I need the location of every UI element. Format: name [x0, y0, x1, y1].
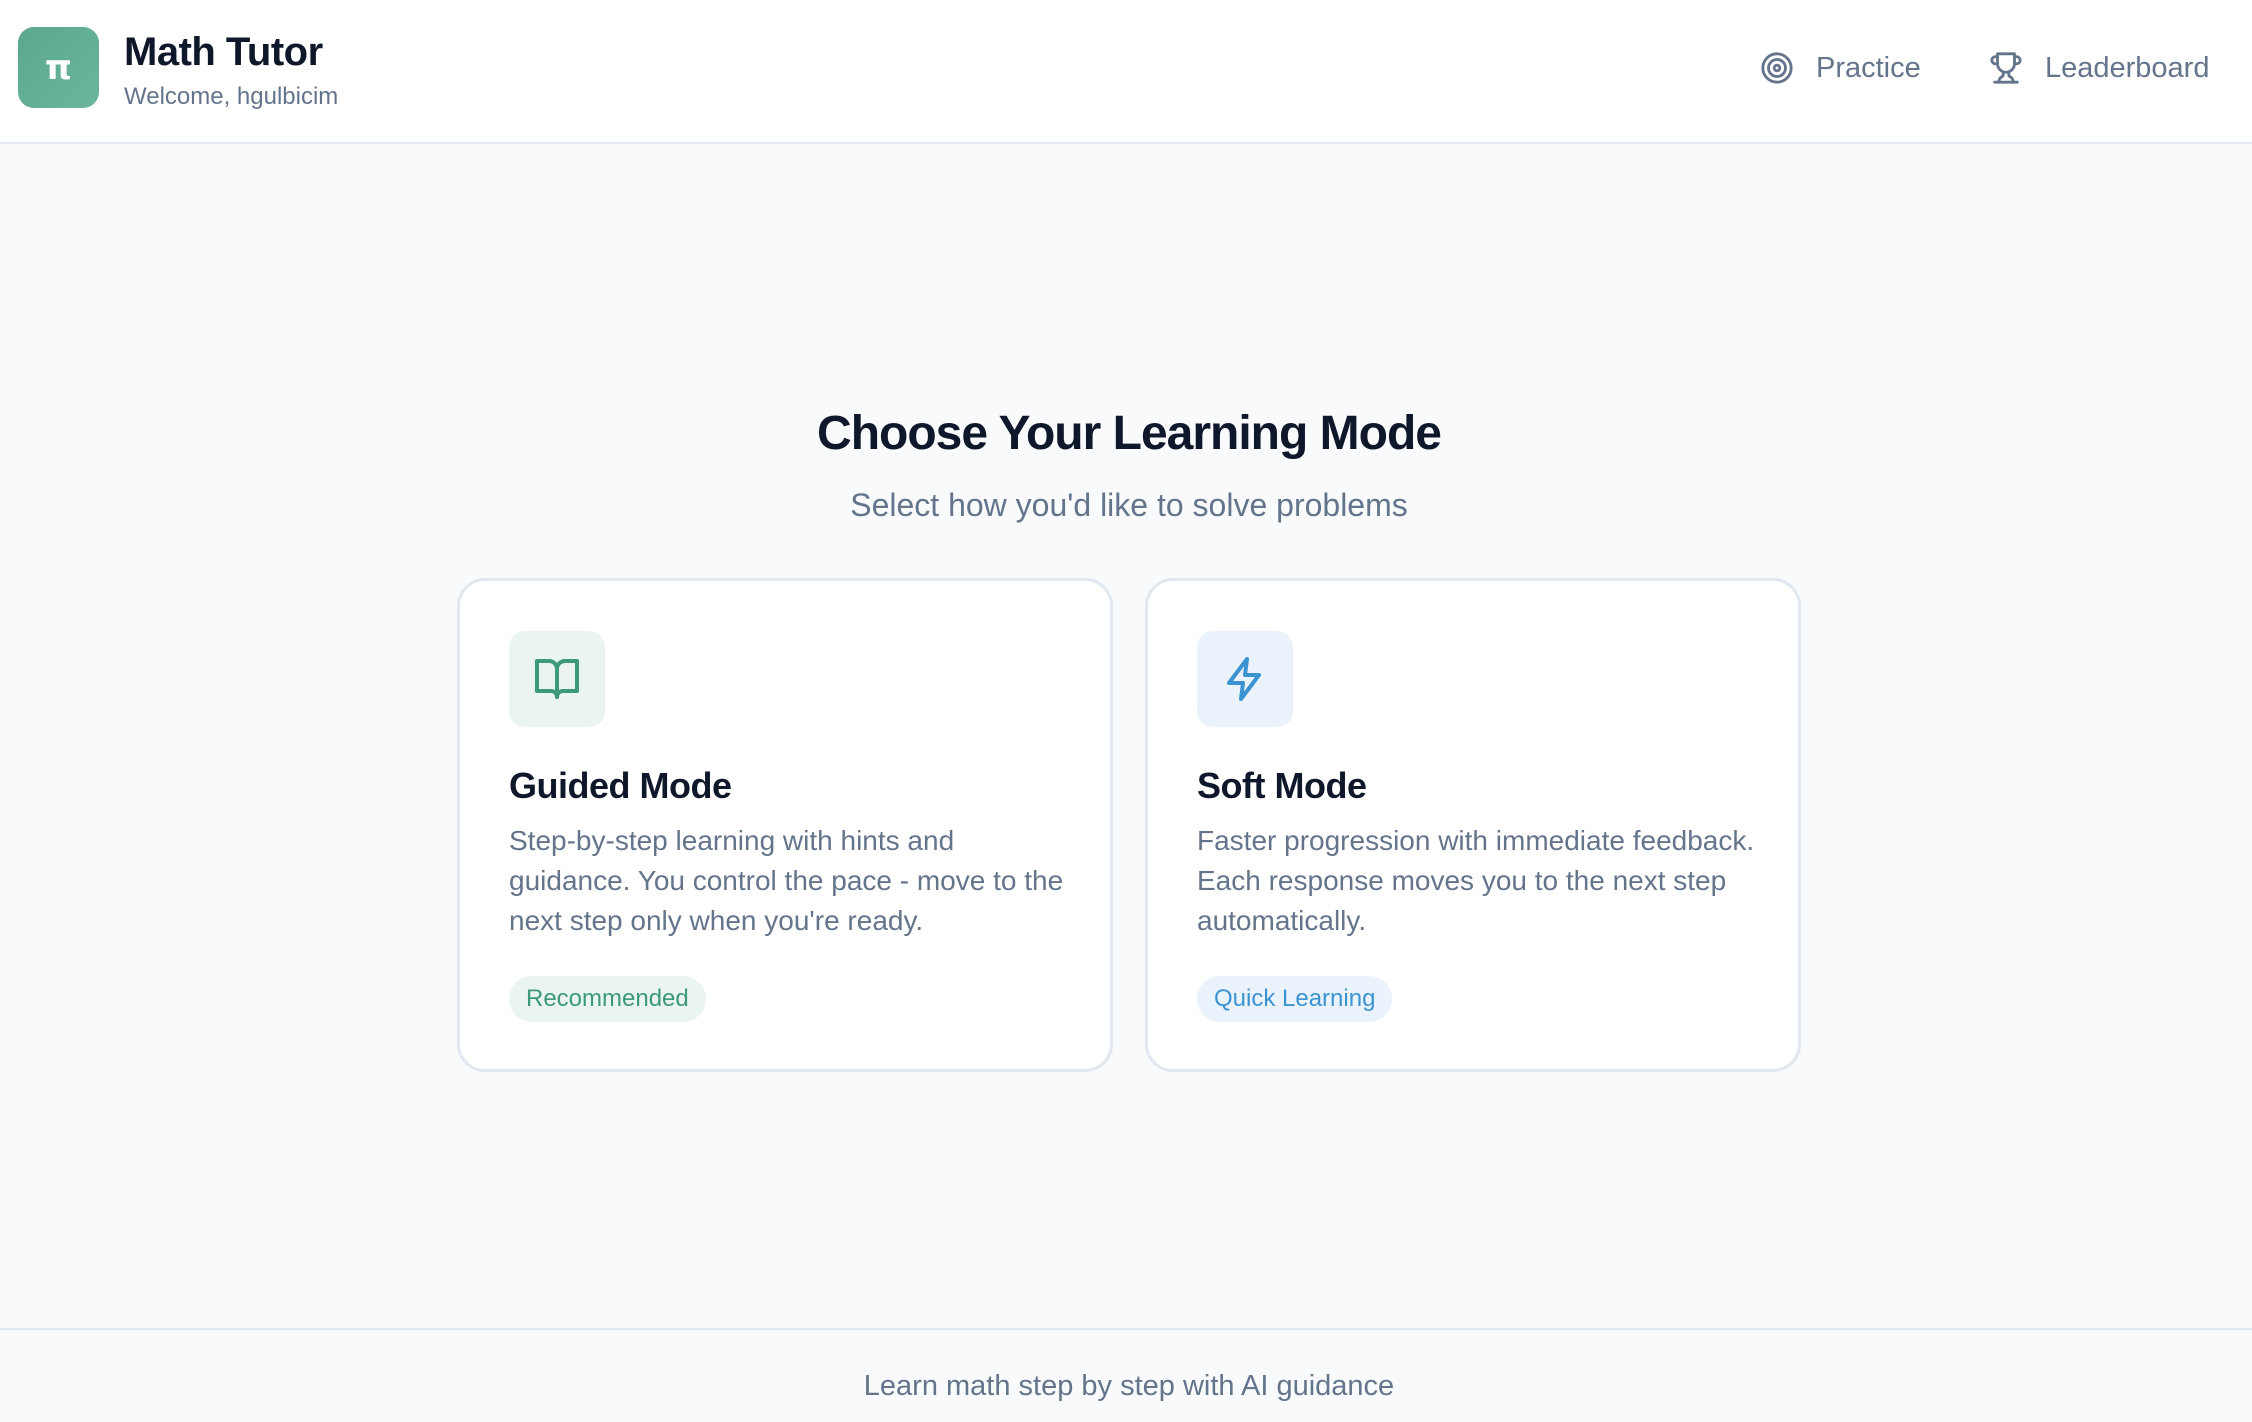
page-title: Choose Your Learning Mode	[817, 407, 1442, 460]
nav-leaderboard-link[interactable]: Leaderboard	[1989, 44, 2209, 92]
app-title: Math Tutor	[124, 30, 323, 74]
recommended-badge: Recommended	[509, 976, 706, 1022]
soft-mode-title: Soft Mode	[1197, 765, 1367, 806]
nav-leaderboard-label: Leaderboard	[2045, 51, 2210, 84]
trophy-icon	[1989, 51, 2023, 85]
lightning-icon	[1197, 631, 1293, 727]
nav-practice-label: Practice	[1816, 51, 1921, 84]
target-icon	[1760, 51, 1794, 85]
top-header: π Math Tutor Welcome, hgulbicim Practice…	[0, 0, 2252, 144]
welcome-text: Welcome, hgulbicim	[124, 83, 339, 110]
page-subtitle: Select how you'd like to solve problems	[850, 487, 1408, 523]
footer-text: Learn math step by step with AI guidance	[863, 1370, 1395, 1402]
guided-mode-card[interactable]: Guided Mode Step-by-step learning with h…	[457, 578, 1113, 1072]
book-open-icon	[509, 631, 605, 727]
soft-mode-description: Faster progression with immediate feedba…	[1197, 825, 1755, 936]
quick-learning-badge: Quick Learning	[1197, 976, 1393, 1022]
soft-mode-card[interactable]: Soft Mode Faster progression with immedi…	[1145, 578, 1801, 1072]
nav-practice-link[interactable]: Practice	[1760, 44, 1921, 92]
guided-mode-title: Guided Mode	[509, 765, 732, 806]
guided-mode-description: Step-by-step learning with hints and gui…	[509, 825, 1064, 936]
app-logo-pi-icon: π	[18, 27, 99, 108]
page-footer: Learn math step by step with AI guidance	[0, 1328, 2252, 1422]
